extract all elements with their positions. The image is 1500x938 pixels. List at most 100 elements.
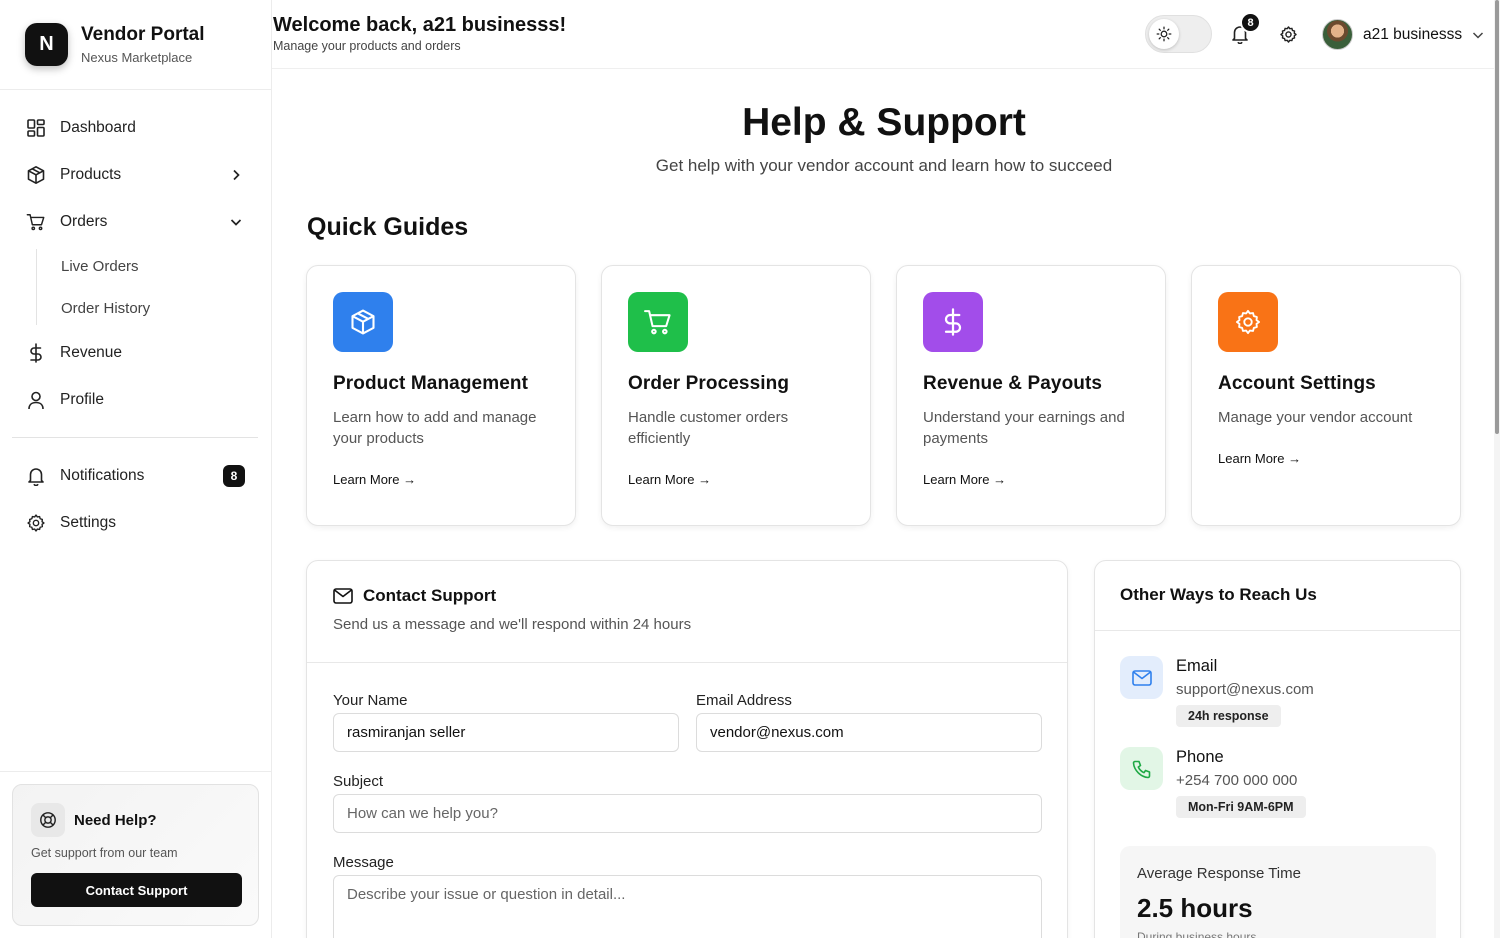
sidebar-item-dashboard[interactable]: Dashboard: [0, 104, 271, 151]
sidebar: N Vendor Portal Nexus Marketplace Dashbo…: [0, 0, 272, 938]
need-help-card: Need Help? Get support from our team Con…: [12, 784, 259, 926]
cart-icon: [26, 212, 46, 232]
cart-icon: [628, 292, 688, 352]
sidebar-item-order-history[interactable]: Order History: [0, 287, 271, 329]
chevron-down-icon: [230, 218, 242, 226]
welcome-heading: Welcome back, a21 businesss!: [273, 14, 567, 36]
guide-card-revenue-payouts[interactable]: Revenue & Payouts Understand your earnin…: [896, 265, 1166, 526]
page-title: Help & Support: [742, 101, 1026, 144]
avg-response-note: During business hours: [1137, 930, 1257, 938]
message-textarea[interactable]: [333, 875, 1042, 938]
gear-icon: [26, 513, 46, 533]
name-label: Your Name: [333, 692, 408, 709]
phone-icon: [1120, 747, 1163, 790]
guide-title: Product Management: [333, 373, 528, 394]
reach-email: Email support@nexus.com 24h response: [1120, 656, 1314, 727]
sidebar-bottom-divider: [0, 771, 271, 772]
brand-title: Vendor Portal: [81, 24, 205, 45]
settings-button[interactable]: [1277, 23, 1299, 45]
user-icon: [26, 390, 46, 410]
need-help-subtitle: Get support from our team: [31, 846, 178, 860]
learn-more-link[interactable]: Learn More →: [333, 472, 416, 487]
contact-support-card: Contact Support Send us a message and we…: [306, 560, 1068, 938]
guide-title: Revenue & Payouts: [923, 373, 1103, 394]
avg-response-label: Average Response Time: [1137, 865, 1301, 882]
dollar-icon: [923, 292, 983, 352]
email-input[interactable]: [696, 713, 1042, 752]
notifications-count-badge: 8: [223, 464, 245, 487]
chevron-down-icon: [1473, 31, 1484, 39]
reach-email-title: Email: [1176, 657, 1218, 675]
sidebar-item-notifications[interactable]: Notifications 8: [0, 452, 271, 499]
package-icon: [26, 165, 46, 185]
guide-card-account-settings[interactable]: Account Settings Manage your vendor acco…: [1191, 265, 1461, 526]
sidebar-divider: [12, 437, 258, 438]
sun-icon: [1149, 19, 1179, 49]
sidebar-item-live-orders[interactable]: Live Orders: [0, 245, 271, 287]
top-header: Welcome back, a21 businesss! Manage your…: [272, 0, 1500, 69]
page-subtitle: Get help with your vendor account and le…: [655, 156, 1113, 175]
sidebar-item-label: Notifications: [60, 466, 145, 484]
reach-phone: Phone +254 700 000 000 Mon-Fri 9AM-6PM: [1120, 747, 1306, 818]
sidebar-nav: Dashboard Products Orders Live Orders Or…: [0, 90, 271, 546]
phone-hours-tag: Mon-Fri 9AM-6PM: [1176, 796, 1306, 818]
user-name: a21 businesss: [1363, 25, 1463, 43]
mail-icon: [1120, 656, 1163, 699]
scrollbar-thumb[interactable]: [1495, 0, 1499, 434]
average-response-box: Average Response Time 2.5 hours During b…: [1120, 846, 1436, 938]
brand[interactable]: N Vendor Portal Nexus Marketplace: [0, 0, 271, 90]
guide-title: Order Processing: [628, 373, 790, 394]
contact-support-button[interactable]: Contact Support: [31, 873, 242, 907]
welcome-subtitle: Manage your products and orders: [273, 39, 461, 53]
sidebar-item-label: Orders: [60, 212, 108, 230]
sidebar-item-label: Profile: [60, 390, 104, 408]
subject-label: Subject: [333, 773, 384, 790]
guide-card-product-management[interactable]: Product Management Learn how to add and …: [306, 265, 576, 526]
guide-card-order-processing[interactable]: Order Processing Handle customer orders …: [601, 265, 871, 526]
guide-description: Understand your earnings and payments: [923, 409, 1125, 447]
sidebar-item-label: Products: [60, 165, 122, 183]
gear-icon: [1218, 292, 1278, 352]
learn-more-link[interactable]: Learn More →: [628, 472, 711, 487]
other-ways-card: Other Ways to Reach Us Email support@nex…: [1094, 560, 1461, 938]
message-label: Message: [333, 854, 394, 871]
user-menu[interactable]: a21 businesss: [1322, 19, 1485, 50]
notification-count-badge: 8: [1240, 12, 1261, 33]
mail-icon: [333, 588, 353, 604]
sidebar-item-settings[interactable]: Settings: [0, 499, 271, 546]
orders-submenu: Live Orders Order History: [0, 245, 271, 329]
name-input[interactable]: [333, 713, 679, 752]
guide-description: Manage your vendor account: [1218, 409, 1413, 426]
guide-description: Learn how to add and manage your product…: [333, 409, 537, 447]
support-phone[interactable]: +254 700 000 000: [1176, 772, 1306, 789]
sidebar-item-label: Settings: [60, 513, 117, 531]
sidebar-item-label: Dashboard: [60, 118, 136, 136]
contact-support-subtitle: Send us a message and we'll respond with…: [333, 616, 692, 633]
sidebar-item-label: Revenue: [60, 343, 123, 361]
package-icon: [333, 292, 393, 352]
avg-response-value: 2.5 hours: [1137, 893, 1253, 923]
bell-icon: [26, 466, 46, 486]
dashboard-grid-icon: [26, 118, 46, 138]
need-help-title: Need Help?: [74, 811, 157, 829]
contact-support-title: Contact Support: [363, 586, 497, 605]
other-ways-title: Other Ways to Reach Us: [1095, 561, 1460, 631]
learn-more-link[interactable]: Learn More →: [1218, 451, 1301, 466]
learn-more-link[interactable]: Learn More →: [923, 472, 1006, 487]
email-response-tag: 24h response: [1176, 705, 1281, 727]
brand-subtitle: Nexus Marketplace: [81, 50, 193, 65]
reach-phone-title: Phone: [1176, 748, 1224, 766]
guide-title: Account Settings: [1218, 373, 1376, 394]
dollar-icon: [26, 342, 46, 363]
quick-guides-title: Quick Guides: [307, 213, 469, 241]
sidebar-item-profile[interactable]: Profile: [0, 376, 271, 423]
avatar: [1322, 19, 1353, 50]
email-label: Email Address: [696, 692, 792, 709]
sidebar-item-revenue[interactable]: Revenue: [0, 329, 271, 376]
sidebar-item-products[interactable]: Products: [0, 151, 271, 198]
sidebar-item-orders[interactable]: Orders: [0, 198, 271, 245]
support-email[interactable]: support@nexus.com: [1176, 681, 1314, 698]
subject-input[interactable]: [333, 794, 1042, 833]
theme-toggle[interactable]: [1145, 15, 1212, 53]
brand-logo: N: [25, 23, 68, 66]
